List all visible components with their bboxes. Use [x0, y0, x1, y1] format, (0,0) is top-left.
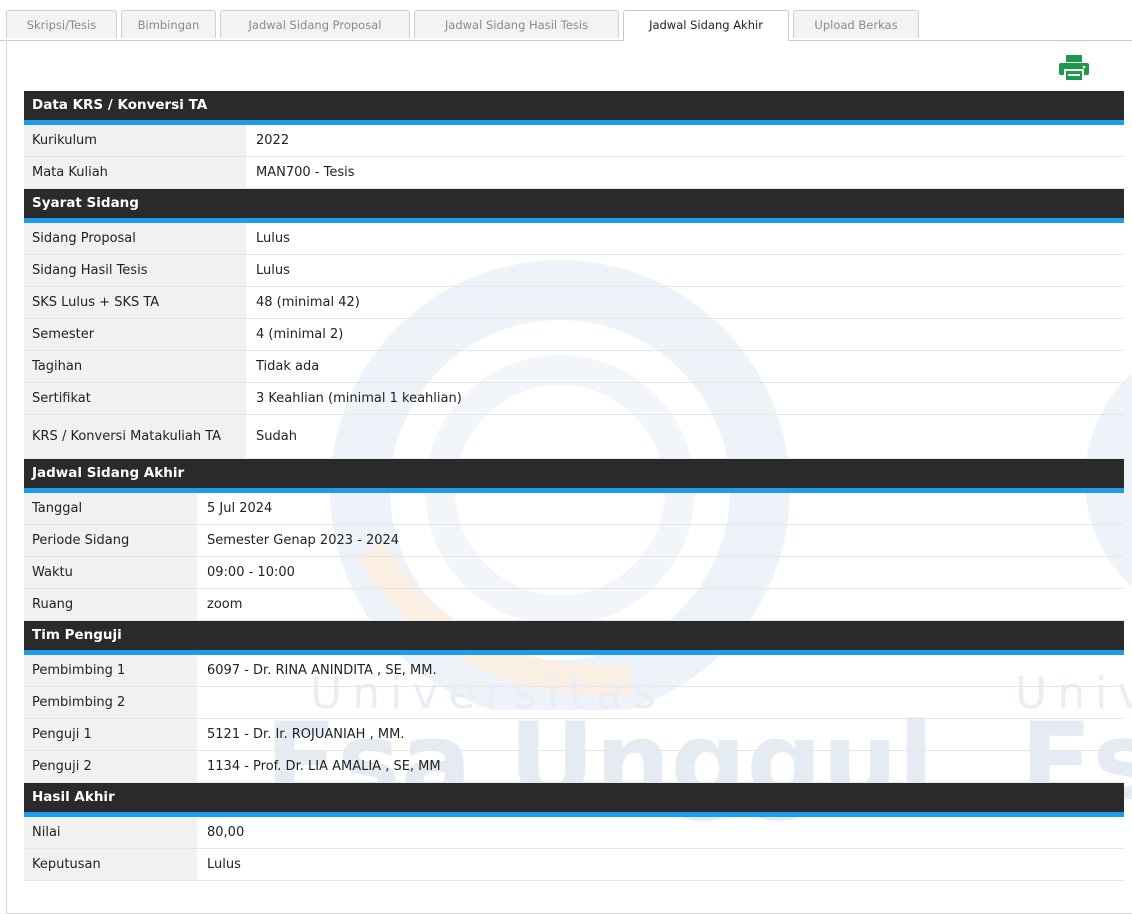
row-label: Sidang Hasil Tesis	[24, 255, 246, 286]
table-row: KRS / Konversi Matakuliah TA Sudah	[24, 415, 1124, 459]
row-value: Lulus	[207, 857, 241, 872]
section-header-tim-penguji: Tim Penguji	[24, 621, 1124, 655]
row-value: 48 (minimal 42)	[256, 295, 360, 310]
row-label: KRS / Konversi Matakuliah TA	[24, 415, 246, 458]
row-value: 4 (minimal 2)	[256, 327, 344, 342]
table-row: Waktu 09:00 - 10:00	[24, 557, 1124, 589]
section-header-hasil-akhir: Hasil Akhir	[24, 783, 1124, 817]
table-row: Semester 4 (minimal 2)	[24, 319, 1124, 351]
row-value: zoom	[207, 597, 243, 612]
table-row: Sidang Hasil Tesis Lulus	[24, 255, 1124, 287]
row-value: 1134 - Prof. Dr. LIA AMALIA , SE, MM	[207, 759, 441, 774]
tab-label: Bimbingan	[137, 18, 200, 32]
section-header-jadwal: Jadwal Sidang Akhir	[24, 459, 1124, 493]
section-header-krs: Data KRS / Konversi TA	[24, 91, 1124, 125]
table-row: Penguji 1 5121 - Dr. Ir. ROJUANIAH , MM.	[24, 719, 1124, 751]
tab-bimbingan[interactable]: Bimbingan	[121, 10, 216, 38]
row-label: Mata Kuliah	[24, 157, 246, 188]
row-label: Penguji 2	[24, 751, 197, 782]
row-label: Waktu	[24, 557, 197, 588]
table-row: Sidang Proposal Lulus	[24, 223, 1124, 255]
tab-jadwal-sidang-hasil-tesis[interactable]: Jadwal Sidang Hasil Tesis	[414, 10, 619, 38]
row-label: Periode Sidang	[24, 525, 197, 556]
row-label: Pembimbing 2	[24, 687, 197, 718]
tab-jadwal-sidang-akhir[interactable]: Jadwal Sidang Akhir	[623, 10, 789, 41]
table-row: Pembimbing 1 6097 - Dr. RINA ANINDITA , …	[24, 655, 1124, 687]
row-label: Tanggal	[24, 493, 197, 524]
tab-label: Skripsi/Tesis	[26, 18, 97, 32]
tab-label: Upload Berkas	[814, 18, 898, 32]
row-label: Semester	[24, 319, 246, 350]
table-row: Tanggal 5 Jul 2024	[24, 493, 1124, 525]
table-row: Periode Sidang Semester Genap 2023 - 202…	[24, 525, 1124, 557]
row-label: Pembimbing 1	[24, 655, 197, 686]
row-label: Tagihan	[24, 351, 246, 382]
row-label: Penguji 1	[24, 719, 197, 750]
tab-label: Jadwal Sidang Akhir	[649, 18, 763, 32]
row-label: Kurikulum	[24, 125, 246, 156]
table-row: Tagihan Tidak ada	[24, 351, 1124, 383]
print-button[interactable]	[1057, 53, 1091, 83]
row-value: 3 Keahlian (minimal 1 keahlian)	[256, 391, 462, 406]
table-row: Sertifikat 3 Keahlian (minimal 1 keahlia…	[24, 383, 1124, 415]
row-value: Lulus	[256, 231, 290, 246]
tab-skripsi-tesis[interactable]: Skripsi/Tesis	[6, 10, 117, 38]
row-label: Keputusan	[24, 849, 197, 880]
row-value: 6097 - Dr. RINA ANINDITA , SE, MM.	[207, 663, 437, 678]
row-value: 2022	[256, 133, 290, 148]
table-row: Mata Kuliah MAN700 - Tesis	[24, 157, 1124, 189]
table-row: Penguji 2 1134 - Prof. Dr. LIA AMALIA , …	[24, 751, 1124, 783]
tab-jadwal-sidang-proposal[interactable]: Jadwal Sidang Proposal	[220, 10, 410, 38]
row-value	[197, 687, 1124, 718]
row-label: SKS Lulus + SKS TA	[24, 287, 246, 318]
row-value: 5121 - Dr. Ir. ROJUANIAH , MM.	[207, 727, 405, 742]
table-row: Ruang zoom	[24, 589, 1124, 621]
tab-bar: Skripsi/Tesis Bimbingan Jadwal Sidang Pr…	[0, 0, 1132, 41]
table-row: Nilai 80,00	[24, 817, 1124, 849]
main-content: Data KRS / Konversi TA Kurikulum 2022 Ma…	[24, 91, 1124, 881]
row-label: Sidang Proposal	[24, 223, 246, 254]
table-row: Kurikulum 2022	[24, 125, 1124, 157]
row-value: 09:00 - 10:00	[207, 565, 295, 580]
row-value: Lulus	[256, 263, 290, 278]
table-row: SKS Lulus + SKS TA 48 (minimal 42)	[24, 287, 1124, 319]
row-value: Semester Genap 2023 - 2024	[207, 533, 400, 548]
row-label: Sertifikat	[24, 383, 246, 414]
printer-icon	[1059, 55, 1089, 82]
table-row: Keputusan Lulus	[24, 849, 1124, 881]
section-header-syarat: Syarat Sidang	[24, 189, 1124, 223]
table-row: Pembimbing 2	[24, 687, 1124, 719]
row-label: Ruang	[24, 589, 197, 620]
row-value: 5 Jul 2024	[207, 501, 273, 516]
row-value: 80,00	[207, 825, 245, 840]
row-label: Nilai	[24, 817, 197, 848]
tab-label: Jadwal Sidang Proposal	[248, 18, 382, 32]
row-value: Sudah	[256, 429, 297, 444]
row-value: Tidak ada	[256, 359, 320, 374]
tab-label: Jadwal Sidang Hasil Tesis	[444, 18, 589, 32]
row-value: MAN700 - Tesis	[256, 165, 355, 180]
tab-upload-berkas[interactable]: Upload Berkas	[793, 10, 919, 38]
